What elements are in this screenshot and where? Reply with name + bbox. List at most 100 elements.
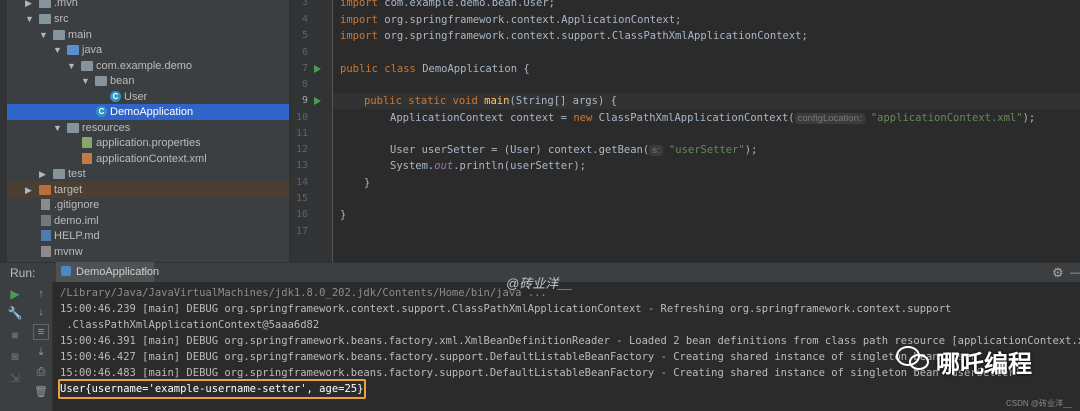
code-line: public static void main(String[] args) { bbox=[364, 95, 617, 107]
folder-icon bbox=[39, 0, 51, 8]
wrench-icon[interactable]: 🔧 bbox=[7, 305, 23, 321]
line-number: 16 bbox=[295, 209, 308, 220]
code-line: User userSetter = (User) context.getBean… bbox=[390, 144, 758, 156]
console-line: .ClassPathXmlApplicationContext@5aaa6d82 bbox=[60, 319, 320, 331]
gitignore-file-icon bbox=[41, 199, 50, 210]
chevron-down-icon[interactable]: ▼ bbox=[53, 42, 63, 58]
tree-item-bean[interactable]: ▼ bean bbox=[7, 73, 289, 89]
output-highlight-box bbox=[58, 379, 366, 399]
chevron-down-icon[interactable]: ▼ bbox=[81, 73, 91, 89]
code-line: import org.springframework.context.Appli… bbox=[340, 14, 682, 26]
tree-item-src[interactable]: ▼ src bbox=[7, 11, 289, 27]
code-line: import com.example.demo.bean.User; bbox=[340, 0, 555, 9]
line-number: 17 bbox=[295, 226, 308, 237]
chevron-down-icon[interactable]: ▼ bbox=[67, 58, 77, 74]
tree-item-target[interactable]: ▶ target bbox=[7, 182, 289, 198]
source-folder-icon bbox=[67, 45, 79, 55]
class-icon: C bbox=[96, 106, 107, 117]
csdn-watermark: CSDN @砖业洋__ bbox=[1006, 399, 1072, 408]
tree-item-application-properties[interactable]: application.properties bbox=[7, 135, 289, 151]
tree-item-mvn[interactable]: ▶ .mvn bbox=[7, 0, 289, 11]
xml-file-icon bbox=[82, 153, 92, 164]
code-line: System.out.println(userSetter); bbox=[390, 160, 586, 172]
chevron-down-icon[interactable]: ▼ bbox=[53, 120, 63, 136]
tree-item-mvnw[interactable]: mvnw bbox=[7, 244, 289, 260]
run-main-icon[interactable] bbox=[314, 97, 321, 105]
brand-watermark: 哪吒编程 bbox=[936, 350, 1032, 378]
line-number: 7 bbox=[301, 63, 308, 74]
tree-item-resources[interactable]: ▼ resources bbox=[7, 120, 289, 136]
line-number: 9 bbox=[301, 95, 308, 106]
tree-item-user[interactable]: C User bbox=[7, 89, 289, 105]
console-line: /Library/Java/JavaVirtualMachines/jdk1.8… bbox=[60, 287, 547, 299]
iml-file-icon bbox=[41, 215, 51, 226]
line-number: 11 bbox=[295, 128, 308, 139]
package-icon bbox=[81, 61, 93, 71]
chevron-right-icon[interactable]: ▶ bbox=[25, 182, 35, 198]
console-line: 15:00:46.239 [main] DEBUG org.springfram… bbox=[60, 303, 952, 315]
line-number: 8 bbox=[301, 79, 308, 90]
console-line: 15:00:46.427 [main] DEBUG org.springfram… bbox=[60, 351, 983, 363]
line-number: 14 bbox=[295, 177, 308, 188]
run-class-icon[interactable] bbox=[314, 65, 321, 73]
run-label: Run: bbox=[10, 266, 36, 280]
tree-item-demo-iml[interactable]: demo.iml bbox=[7, 213, 289, 229]
chevron-right-icon[interactable]: ▶ bbox=[25, 0, 35, 11]
exit-icon[interactable]: ⇲ bbox=[7, 370, 23, 386]
author-watermark: @砖业洋__ bbox=[506, 276, 573, 291]
close-icon[interactable]: × bbox=[142, 265, 148, 276]
line-number: 6 bbox=[301, 47, 308, 58]
line-number: 15 bbox=[295, 193, 308, 204]
gear-icon[interactable]: ⚙ bbox=[1052, 265, 1064, 281]
class-icon: C bbox=[110, 91, 121, 102]
folder-icon bbox=[53, 169, 65, 179]
script-file-icon bbox=[41, 246, 51, 257]
tree-item-main[interactable]: ▼ main bbox=[7, 27, 289, 43]
parameter-hint: s: bbox=[649, 145, 663, 156]
line-number: 3 bbox=[301, 0, 308, 8]
excluded-folder-icon bbox=[39, 185, 51, 195]
code-line: import org.springframework.context.suppo… bbox=[340, 30, 808, 42]
arrow-up-icon[interactable]: ↑ bbox=[33, 286, 49, 302]
chevron-right-icon[interactable]: ▶ bbox=[39, 166, 49, 182]
print-icon[interactable]: ⎙ bbox=[33, 364, 49, 380]
folder-icon bbox=[39, 14, 51, 24]
tree-item-java[interactable]: ▼ java bbox=[7, 42, 289, 58]
code-line: ApplicationContext context = new ClassPa… bbox=[390, 112, 1036, 124]
camera-icon[interactable]: ◙ bbox=[7, 348, 23, 364]
line-number: 4 bbox=[301, 14, 308, 25]
tree-item-demo-application[interactable]: C DemoApplication bbox=[7, 104, 289, 120]
tree-item-package[interactable]: ▼ com.example.demo bbox=[7, 58, 289, 74]
tree-item-gitignore[interactable]: .gitignore bbox=[7, 197, 289, 213]
run-toolbar: ▶ 🔧 ■ ◙ ⇲ bbox=[0, 282, 31, 411]
console-toolbar: ↑ ↓ ≡ ⤓ ⎙ 🗑 bbox=[30, 282, 53, 411]
package-icon bbox=[95, 76, 107, 86]
stop-icon[interactable]: ■ bbox=[7, 327, 23, 343]
tab-demo-application[interactable]: DemoApplication × bbox=[56, 262, 159, 284]
trash-icon[interactable]: 🗑 bbox=[33, 384, 49, 400]
arrow-down-icon[interactable]: ↓ bbox=[33, 304, 49, 320]
code-line: public class DemoApplication { bbox=[340, 63, 530, 75]
soft-wrap-icon[interactable]: ≡ bbox=[33, 324, 49, 340]
properties-file-icon bbox=[82, 137, 92, 148]
tree-item-help-md[interactable]: HELP.md bbox=[7, 228, 289, 244]
code-line: } bbox=[340, 209, 347, 221]
line-number: 12 bbox=[295, 144, 308, 155]
folder-icon bbox=[53, 30, 65, 40]
chevron-down-icon[interactable]: ▼ bbox=[39, 27, 49, 43]
project-tree[interactable]: ▶ .mvn ▼ src ▼ main ▼ java ▼ com.example… bbox=[7, 0, 289, 262]
line-number: 13 bbox=[295, 160, 308, 171]
code-line: } bbox=[364, 177, 371, 189]
markdown-file-icon bbox=[41, 230, 51, 241]
rerun-icon[interactable]: ▶ bbox=[7, 286, 23, 302]
tree-item-application-context-xml[interactable]: applicationContext.xml bbox=[7, 151, 289, 167]
wechat-icon bbox=[896, 346, 929, 370]
line-number: 5 bbox=[301, 30, 308, 41]
parameter-hint: configLocation: bbox=[794, 113, 865, 124]
scroll-to-end-icon[interactable]: ⤓ bbox=[33, 344, 49, 360]
editor-gutter: 3 4 5 6 7 8 9 10 11 12 13 14 15 16 17 bbox=[292, 0, 333, 262]
tree-item-test[interactable]: ▶ test bbox=[7, 166, 289, 182]
minimize-icon[interactable]: — bbox=[1070, 267, 1080, 279]
code-editor[interactable]: import com.example.demo.bean.User; impor… bbox=[333, 0, 1080, 262]
chevron-down-icon[interactable]: ▼ bbox=[25, 11, 35, 27]
